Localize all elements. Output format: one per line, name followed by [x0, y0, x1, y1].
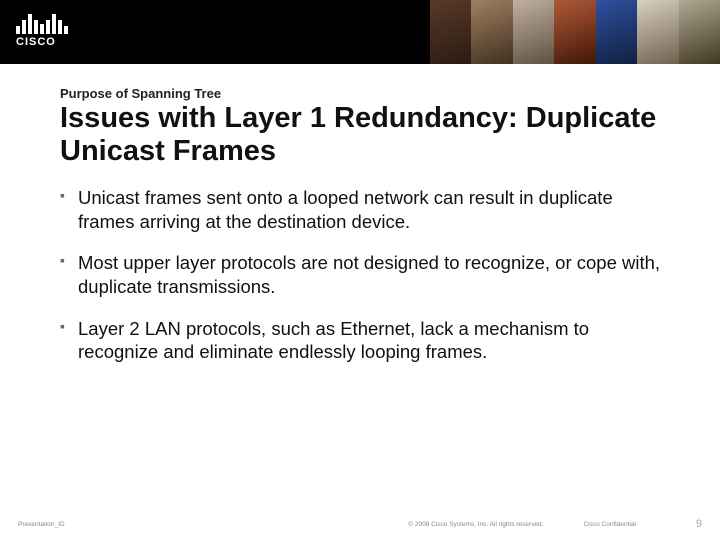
- bullet-list: Unicast frames sent onto a looped networ…: [60, 186, 670, 382]
- footer-presentation-id: Presentation_ID: [18, 521, 65, 528]
- cisco-logo-icon: [16, 10, 86, 34]
- footer: Presentation_ID © 2008 Cisco Systems, In…: [0, 518, 720, 530]
- footer-page-number: 9: [696, 518, 702, 530]
- slide-kicker: Purpose of Spanning Tree: [60, 86, 221, 101]
- people-image-strip: [430, 0, 720, 64]
- cisco-logo: CISCO: [16, 8, 86, 48]
- footer-copyright: © 2008 Cisco Systems, Inc. All rights re…: [408, 521, 543, 528]
- footer-confidential: Cisco Confidential: [583, 521, 635, 528]
- slide-title: Issues with Layer 1 Redundancy: Duplicat…: [60, 102, 660, 169]
- slide: CISCO Purpose of Spanning Tree Issues wi…: [0, 0, 720, 540]
- cisco-logo-text: CISCO: [16, 36, 86, 48]
- list-item: Unicast frames sent onto a looped networ…: [60, 186, 670, 233]
- list-item: Most upper layer protocols are not desig…: [60, 251, 670, 298]
- header-bar: CISCO: [0, 0, 720, 64]
- list-item: Layer 2 LAN protocols, such as Ethernet,…: [60, 317, 670, 364]
